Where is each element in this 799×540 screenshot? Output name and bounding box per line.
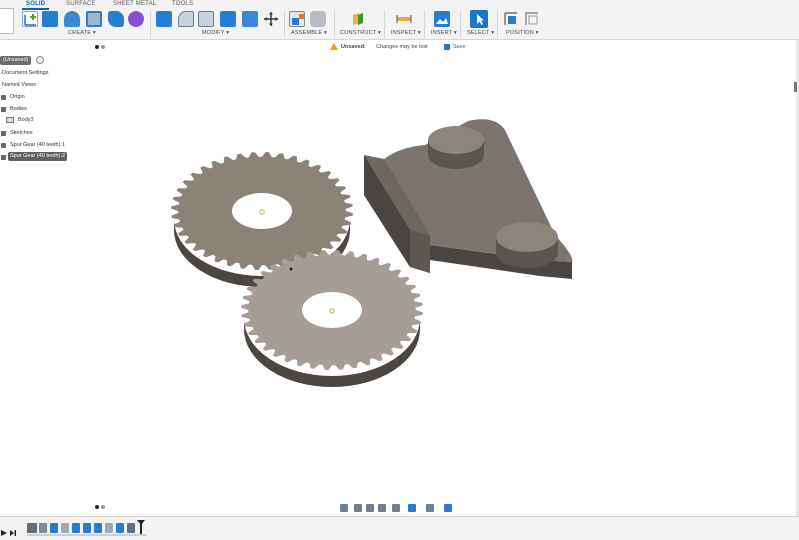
timeline-feature[interactable] <box>61 523 69 533</box>
bracket-wall-edge <box>410 230 430 273</box>
push-pull-icon[interactable] <box>156 11 172 27</box>
align-icon[interactable] <box>503 11 519 27</box>
spur-gear-2[interactable] <box>241 250 423 387</box>
bracket-body[interactable] <box>364 119 573 279</box>
look-at-icon[interactable] <box>354 504 362 512</box>
loft-icon[interactable] <box>108 11 124 27</box>
toolbar: SOLID SURFACE SHEET METAL TOOLS CREATE ▾… <box>0 0 799 40</box>
tab-tools[interactable]: TOOLS <box>172 0 193 9</box>
chamfer-icon[interactable] <box>198 11 214 27</box>
boss-top[interactable] <box>428 126 484 154</box>
divider <box>284 10 285 38</box>
save-link[interactable]: Save <box>453 42 466 52</box>
inspect-menu[interactable]: INSPECT ▾ <box>391 30 421 36</box>
insert-image-icon[interactable] <box>434 11 450 27</box>
timeline <box>0 516 799 540</box>
pan-icon[interactable] <box>366 504 374 512</box>
save-icon[interactable] <box>444 44 450 50</box>
new-component-icon[interactable] <box>289 11 305 27</box>
unsaved-message: Changes may be lost <box>376 44 428 50</box>
gear2-center-point <box>329 308 335 314</box>
grid-icon[interactable] <box>426 504 434 512</box>
tab-surface[interactable]: SURFACE <box>66 0 96 9</box>
fusion-app: SOLID SURFACE SHEET METAL TOOLS CREATE ▾… <box>0 0 799 540</box>
orbit-icon[interactable] <box>340 504 348 512</box>
comments-collapse-icon[interactable] <box>101 505 105 509</box>
move-icon[interactable] <box>263 11 279 27</box>
browser-header <box>0 43 106 51</box>
assemble-menu[interactable]: ASSEMBLE ▾ <box>291 30 327 36</box>
timeline-feature[interactable] <box>127 523 135 533</box>
divider <box>460 10 461 38</box>
viewports-icon[interactable] <box>444 504 452 512</box>
timeline-marker-head[interactable] <box>137 520 145 525</box>
warning-icon <box>330 43 338 50</box>
play-icon[interactable] <box>0 524 8 536</box>
navigation-bar <box>340 503 462 513</box>
sketch-icon[interactable] <box>22 11 38 27</box>
divider <box>150 10 151 38</box>
insert-menu[interactable]: INSERT ▾ <box>431 30 457 36</box>
tab-sheet-metal[interactable]: SHEET METAL <box>113 0 156 9</box>
combine-icon[interactable] <box>242 11 258 27</box>
timeline-feature[interactable] <box>72 523 80 533</box>
tab-solid[interactable]: SOLID <box>21 0 50 10</box>
shape-icon[interactable] <box>128 11 144 27</box>
cursor-marker <box>289 267 293 271</box>
timeline-feature[interactable] <box>39 523 47 533</box>
fillet-icon[interactable] <box>178 11 194 27</box>
construct-menu[interactable]: CONSTRUCT ▾ <box>340 30 381 36</box>
timeline-feature[interactable] <box>116 523 124 533</box>
boss-bottom[interactable] <box>496 222 558 252</box>
joint-icon[interactable] <box>310 11 326 27</box>
create-menu[interactable]: CREATE ▾ <box>68 30 96 36</box>
select-icon[interactable] <box>470 10 488 28</box>
divider <box>384 10 385 38</box>
unsaved-label: Unsaved: <box>341 44 366 50</box>
sweep-icon[interactable] <box>86 11 102 27</box>
position-menu[interactable]: POSITION ▾ <box>506 30 539 36</box>
timeline-track <box>27 534 147 536</box>
divider <box>334 10 335 38</box>
extrude-icon[interactable] <box>42 11 58 27</box>
offset-plane-icon[interactable] <box>350 11 366 27</box>
measure-icon[interactable] <box>396 11 412 27</box>
timeline-feature[interactable] <box>27 523 37 533</box>
divider <box>424 10 425 38</box>
comments-options-icon[interactable] <box>95 505 99 509</box>
timeline-feature[interactable] <box>105 523 113 533</box>
browser-options-icon[interactable] <box>95 45 99 49</box>
shell-icon[interactable] <box>220 11 236 27</box>
skip-end-icon[interactable] <box>9 524 17 536</box>
modify-menu[interactable]: MODIFY ▾ <box>202 30 229 36</box>
display-settings-icon[interactable] <box>408 504 416 512</box>
gear1-center-point <box>259 209 265 215</box>
position-capture-icon[interactable] <box>524 11 540 27</box>
select-menu[interactable]: SELECT ▾ <box>467 30 494 36</box>
timeline-feature[interactable] <box>50 523 58 533</box>
timeline-feature[interactable] <box>94 523 102 533</box>
revolve-icon[interactable] <box>64 11 80 27</box>
divider <box>497 10 498 38</box>
model-scene[interactable] <box>0 55 799 505</box>
timeline-feature[interactable] <box>83 523 91 533</box>
zoom-icon[interactable] <box>378 504 386 512</box>
browser-collapse-icon[interactable] <box>101 45 105 49</box>
fit-icon[interactable] <box>392 504 400 512</box>
canvas-viewport[interactable] <box>0 55 799 505</box>
comments-panel <box>0 502 106 512</box>
data-panel-toggle[interactable] <box>0 8 14 34</box>
